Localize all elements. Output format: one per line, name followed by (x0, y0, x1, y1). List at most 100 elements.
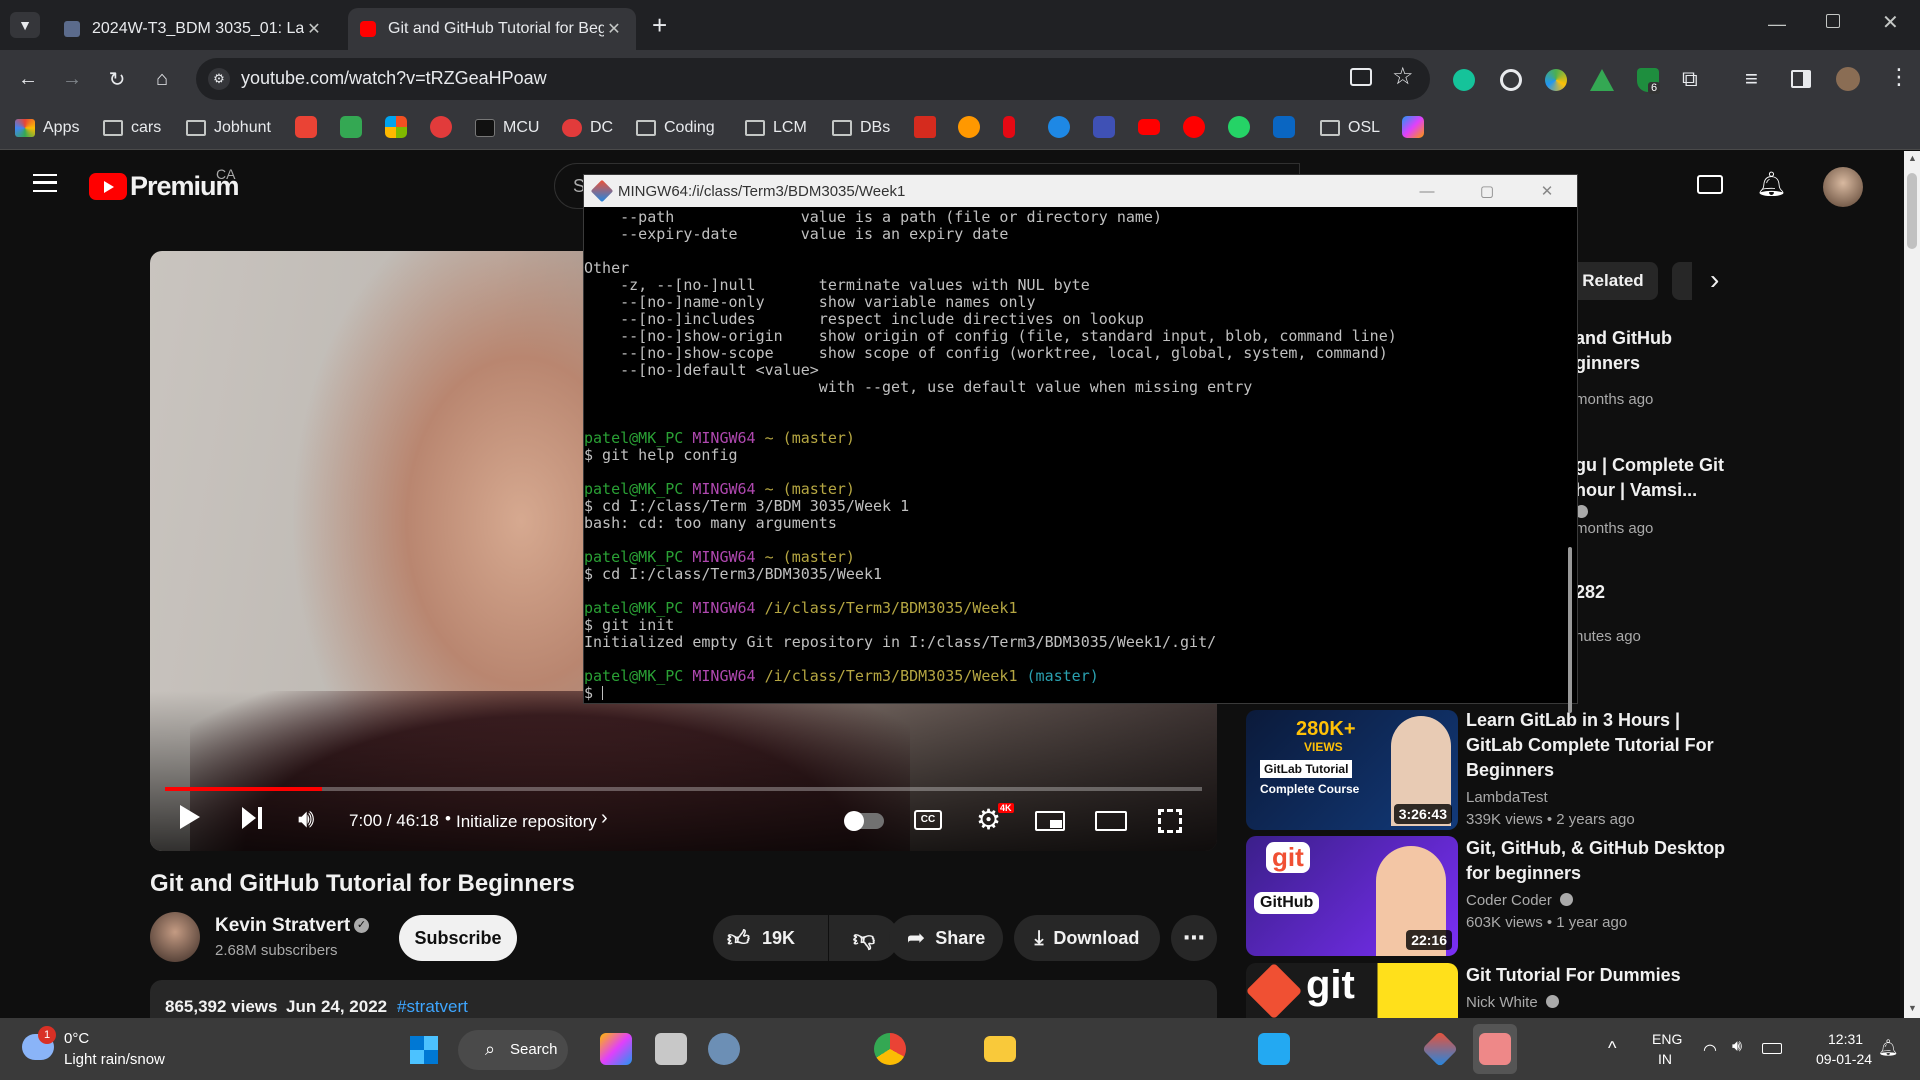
gmail-bookmark-icon[interactable] (295, 116, 317, 138)
start-windows-icon[interactable] (410, 1036, 438, 1064)
grammarly-extension-icon[interactable] (1453, 69, 1475, 91)
profile-avatar-icon[interactable] (1836, 67, 1860, 91)
scroll-up-arrow-icon[interactable]: ▲ (1908, 153, 1917, 163)
bookmark-dbs[interactable]: DBs (832, 114, 890, 142)
autoplay-toggle[interactable] (844, 811, 884, 831)
related-partial-1[interactable]: and GitHub ginners months ago (1575, 326, 1755, 411)
miniplayer-icon[interactable] (1035, 811, 1065, 831)
file-explorer-taskbar-icon[interactable] (984, 1036, 1016, 1062)
like-button[interactable]: 👍︎ 19K (713, 915, 828, 961)
battery-icon[interactable] (1762, 1043, 1782, 1054)
weather-temp[interactable]: 0°C (64, 1030, 89, 1047)
show-hidden-icons-chevron-icon[interactable]: ^ (1608, 1038, 1616, 1059)
chips-next-chevron-icon[interactable]: › (1710, 264, 1719, 296)
copilot-taskbar-icon[interactable] (600, 1033, 632, 1065)
play-bookmark-icon[interactable] (958, 116, 980, 138)
terminal-title-bar[interactable]: MINGW64:/i/class/Term3/BDM3035/Week1 — ▢… (584, 175, 1577, 207)
bookmark-star-icon[interactable]: ☆ (1392, 62, 1414, 91)
tab-lab[interactable]: 2024W-T3_BDM 3035_01: Lab | ✕ (52, 8, 336, 50)
extensions-puzzle-icon[interactable]: ⧉ (1682, 66, 1698, 92)
color-extension-icon[interactable] (1545, 69, 1567, 91)
terminal-scrollbar-thumb[interactable] (1568, 547, 1572, 713)
download-button[interactable]: ⤓ Download (1014, 915, 1160, 961)
fullscreen-icon[interactable] (1158, 809, 1182, 833)
language-line1[interactable]: ENG (1652, 1031, 1682, 1047)
notifications-tray-icon[interactable]: 🔔︎ (1878, 1038, 1898, 1058)
terminal-maximize-icon[interactable]: ▢ (1457, 182, 1517, 200)
related-thumbnail[interactable]: git (1246, 963, 1458, 1018)
snipping-tool-taskbar-icon[interactable] (1479, 1033, 1511, 1065)
video-bookmark-icon[interactable] (1048, 116, 1070, 138)
more-actions-button[interactable]: ⋯ (1171, 915, 1217, 961)
scrollbar-thumb[interactable] (1907, 173, 1917, 249)
terminal-window[interactable]: MINGW64:/i/class/Term3/BDM3035/Week1 — ▢… (583, 174, 1578, 713)
drive-extension-icon[interactable] (1590, 69, 1614, 91)
related-item-info[interactable]: Learn GitLab in 3 Hours | GitLab Complet… (1466, 708, 1726, 831)
speed-extension-icon[interactable] (1500, 69, 1522, 91)
wifi-icon[interactable]: ◠ (1703, 1040, 1717, 1060)
scroll-down-arrow-icon[interactable]: ▼ (1908, 1003, 1917, 1013)
heart-bookmark-icon[interactable] (430, 116, 452, 138)
reading-list-icon[interactable]: ≡ (1745, 66, 1758, 92)
chip-related[interactable]: Related (1568, 262, 1658, 300)
hashtag-link[interactable]: #stratvert (397, 997, 468, 1017)
chrome-taskbar-icon[interactable] (874, 1033, 906, 1065)
restore-window-icon[interactable] (1826, 14, 1840, 28)
linkedin-bookmark-icon[interactable] (1273, 116, 1295, 138)
home-icon[interactable]: ⌂ (147, 64, 177, 94)
next-video-icon[interactable] (242, 807, 264, 829)
related-thumbnail[interactable]: 280K+ VIEWS GitLab Tutorial Complete Cou… (1246, 710, 1458, 830)
bookmark-mcu[interactable]: MCU (475, 114, 539, 142)
terminal-output[interactable]: --path value is a path (file or director… (584, 207, 1563, 703)
language-line2[interactable]: IN (1658, 1051, 1672, 1067)
forward-arrow-icon[interactable]: → (57, 64, 87, 94)
copilot-bookmark-icon[interactable] (1402, 116, 1424, 138)
install-app-icon[interactable] (1350, 68, 1372, 86)
channel-avatar[interactable] (150, 912, 200, 962)
weather-desc[interactable]: Light rain/snow (64, 1051, 165, 1068)
close-tab-icon[interactable]: ✕ (304, 19, 324, 39)
clock-date[interactable]: 09-01-24 (1816, 1051, 1872, 1067)
theater-mode-icon[interactable] (1095, 811, 1127, 831)
volume-tray-icon[interactable]: 🔊︎ (1732, 1038, 1742, 1056)
teams-bookmark-icon[interactable] (1093, 116, 1115, 138)
tab-youtube[interactable]: Git and GitHub Tutorial for Beginners ✕ (348, 8, 636, 50)
side-panel-icon[interactable] (1791, 70, 1811, 88)
back-arrow-icon[interactable]: ← (13, 64, 43, 94)
netflix-bookmark-icon[interactable] (1003, 116, 1015, 138)
url-text[interactable]: youtube.com/watch?v=tRZGeaHPoaw (241, 68, 547, 89)
youtube-logo-icon[interactable] (89, 173, 127, 200)
play-icon[interactable] (180, 805, 200, 829)
bookmark-jobhunt[interactable]: Jobhunt (186, 114, 271, 142)
close-window-icon[interactable]: ✕ (1882, 10, 1899, 35)
related-thumbnail[interactable]: git GitHub 22:16 (1246, 836, 1458, 956)
related-item-info[interactable]: Git Tutorial For Dummies Nick White (1466, 963, 1726, 1014)
subscribe-button[interactable]: Subscribe (399, 915, 517, 961)
site-info-icon[interactable]: ⚙ (208, 68, 230, 90)
related-partial-3[interactable]: 282 nutes ago (1575, 580, 1755, 648)
minimize-window-icon[interactable]: — (1768, 14, 1786, 35)
whatsapp-bookmark-icon[interactable] (1228, 116, 1250, 138)
related-item-info[interactable]: Git, GitHub, & GitHub Desktop for beginn… (1466, 836, 1726, 934)
microsoft-bookmark-icon[interactable] (385, 116, 407, 138)
task-view-icon[interactable] (655, 1033, 687, 1065)
page-scrollbar[interactable]: ▲ ▼ (1904, 151, 1920, 1018)
chapter-title[interactable]: Initialize repository (456, 812, 597, 832)
close-tab-icon[interactable]: ✕ (604, 19, 624, 39)
vscode-taskbar-icon[interactable] (1258, 1033, 1290, 1065)
tab-search-button[interactable]: ▼ (10, 12, 40, 38)
bookmark-cars[interactable]: cars (103, 114, 161, 142)
volume-icon[interactable]: 🔊︎ (298, 803, 314, 835)
new-tab-button[interactable]: + (652, 10, 667, 41)
bookmark-lcm[interactable]: LCM (745, 114, 807, 142)
progress-bar-track[interactable] (165, 787, 1202, 791)
maple-leaf-bookmark-icon[interactable] (914, 116, 936, 138)
bookmark-osl[interactable]: OSL (1320, 114, 1380, 142)
hamburger-menu-icon[interactable] (33, 174, 57, 192)
reload-icon[interactable]: ↻ (102, 64, 132, 94)
youtube-bookmark-icon[interactable] (1138, 119, 1160, 135)
settings-taskbar-icon[interactable] (708, 1033, 740, 1065)
notifications-bell-icon[interactable]: 🔔︎ (1756, 170, 1786, 199)
channel-name[interactable]: Kevin Stratvert (215, 915, 350, 937)
music-bookmark-icon[interactable] (1183, 116, 1205, 138)
